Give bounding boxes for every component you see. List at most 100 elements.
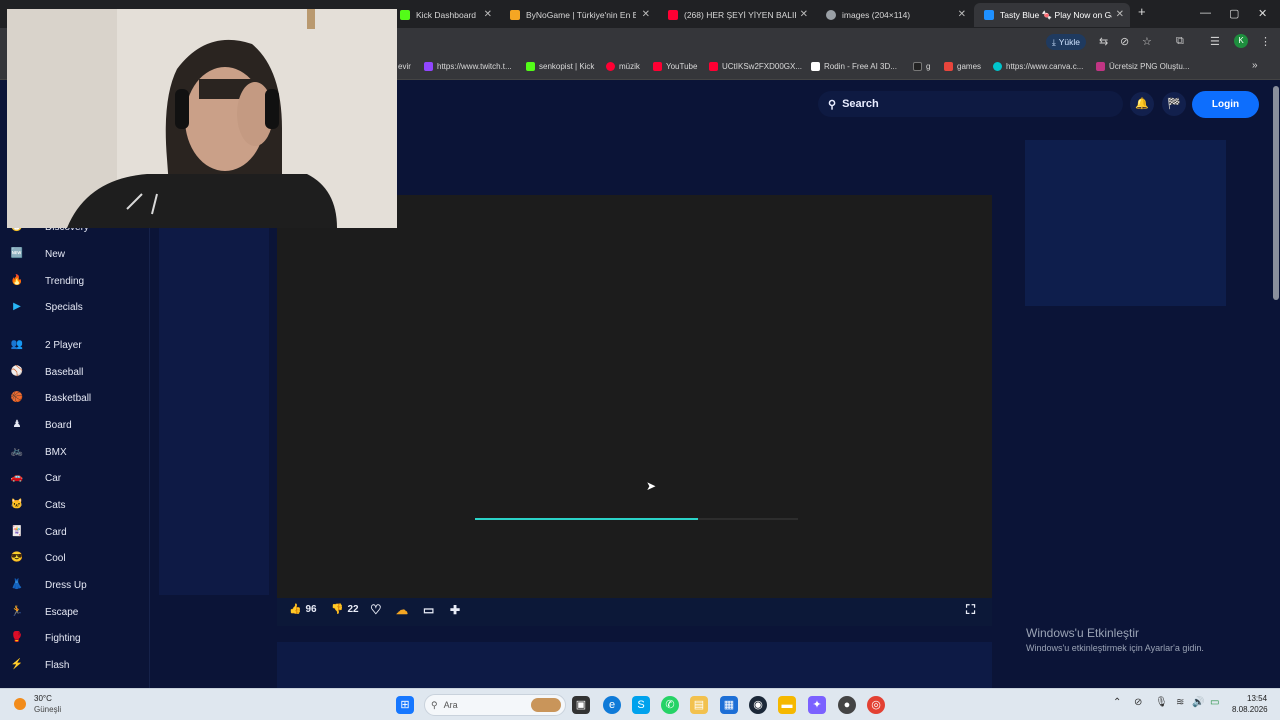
bookmark-item[interactable]: müzik [606, 62, 640, 71]
volume-icon[interactable]: 🔊 [1192, 697, 1204, 708]
tab-tasty-blue[interactable]: Tasty Blue 🍬 Play Now on Gam ✕ [974, 3, 1130, 27]
like-button[interactable]: 👍 96 [289, 604, 317, 615]
escape-icon: 🏃 [10, 606, 24, 617]
login-button[interactable]: Login [1192, 91, 1259, 118]
cloud-button[interactable]: ☁ [396, 603, 408, 617]
sidebar-item-card[interactable]: 🃏 Card [10, 525, 67, 539]
plus-icon: ✚ [450, 603, 461, 617]
tab-bynogame[interactable]: ByNoGame | Türkiye'nin En Büyük ✕ [500, 3, 656, 27]
extensions-icon[interactable]: ⧉ [1176, 35, 1184, 48]
bookmark-item[interactable]: Rodin - Free AI 3D... [811, 62, 897, 71]
sidebar-item-cool[interactable]: 😎 Cool [10, 551, 66, 565]
close-icon[interactable]: ✕ [1116, 9, 1124, 20]
wifi-icon[interactable]: ≋ [1176, 697, 1184, 708]
sidebar-item-bmx[interactable]: 🚲 BMX [10, 445, 67, 459]
bynogame-icon [510, 10, 520, 20]
comment-button[interactable]: ▭ [423, 603, 434, 617]
close-icon[interactable]: ✕ [800, 9, 808, 20]
network-off-icon[interactable]: ⊘ [1134, 697, 1142, 708]
bookmark-star-icon[interactable]: ☆ [1142, 35, 1152, 48]
sidebar-item-baseball[interactable]: ⚾ Baseball [10, 365, 84, 379]
loading-progress-bar [475, 518, 798, 520]
bookmark-item[interactable]: YouTube [653, 62, 697, 71]
edge-icon[interactable]: e [603, 696, 621, 714]
scrollbar-thumb[interactable] [1273, 86, 1279, 300]
chrome-icon[interactable]: ◎ [867, 696, 885, 714]
bookmarks-overflow[interactable]: » [1252, 60, 1258, 71]
sidebar-item-car[interactable]: 🚗 Car [10, 471, 61, 485]
start-button[interactable]: ⊞ [396, 696, 414, 714]
bookmark-item[interactable]: senkopist | Kick [526, 62, 594, 71]
sidebar-item-flash[interactable]: ⚡ Flash [10, 658, 70, 672]
cat-icon: 🐱 [10, 499, 24, 510]
bookmark-item[interactable]: https://www.twitch.t... [424, 62, 512, 71]
bookmark-item[interactable]: g [913, 62, 930, 71]
clock-time[interactable]: 13:54 [1247, 694, 1267, 703]
sidebar-item-escape[interactable]: 🏃 Escape [10, 605, 79, 619]
eye-off-icon[interactable]: ⊘ [1120, 35, 1129, 48]
microphone-icon[interactable]: 🎙 [1155, 697, 1168, 708]
whatsapp-icon[interactable]: ✆ [661, 696, 679, 714]
steam-icon[interactable]: ◉ [749, 696, 767, 714]
category-sidebar: 🧭Discovery 🆕New 🔥Trending ▶Specials 👥2 P… [0, 220, 150, 688]
bookmark-item[interactable]: https://www.canva.c... [993, 62, 1083, 71]
task-view-icon[interactable]: ▣ [572, 696, 590, 714]
close-window-button[interactable]: ✕ [1258, 7, 1267, 20]
card-icon: 🃏 [10, 526, 24, 537]
minimize-button[interactable]: — [1200, 7, 1211, 19]
dislike-button[interactable]: 👎 22 [331, 604, 359, 615]
sidebar-item-label: Dress Up [45, 579, 87, 591]
file-app-icon[interactable]: ▤ [690, 696, 708, 714]
fullscreen-button[interactable]: ⛶ [966, 602, 975, 618]
bookmark-item[interactable]: games [944, 62, 981, 71]
close-icon[interactable]: ✕ [484, 9, 492, 20]
taskbar-search-box[interactable]: ⚲ Ara [424, 694, 566, 716]
tab-kick-dashboard[interactable]: Kick Dashboard ✕ [390, 3, 498, 27]
comment-icon: ▭ [423, 603, 435, 617]
search-icon: ⚲ [828, 98, 837, 111]
dress-icon: 👗 [10, 579, 24, 590]
close-icon[interactable]: ✕ [642, 9, 650, 20]
bookmark-item[interactable]: Ücretsiz PNG Oluştu... [1096, 62, 1189, 71]
mouse-cursor-icon: ➤ [646, 479, 657, 493]
search-highlight-icon [531, 698, 561, 712]
tab-images[interactable]: images (204×114) ✕ [816, 3, 972, 27]
game-frame[interactable]: ➤ [277, 195, 992, 598]
reading-list-icon[interactable]: ☰ [1210, 35, 1220, 48]
fullscreen-icon: ⛶ [966, 602, 976, 617]
new-tab-button[interactable]: + [1138, 4, 1146, 19]
copilot-icon[interactable]: ✦ [808, 696, 826, 714]
close-icon[interactable]: ✕ [958, 9, 966, 20]
store-icon[interactable]: ▦ [720, 696, 738, 714]
add-button[interactable]: ✚ [450, 603, 460, 617]
search-icon: ⚲ [431, 699, 438, 710]
menu-icon[interactable]: ⋮ [1260, 35, 1271, 48]
profile-avatar[interactable]: K [1234, 34, 1248, 48]
notification-bell-icon[interactable]: 🔔 [1130, 92, 1154, 116]
tab-youtube[interactable]: (268) HER ŞEYİ YİYEN BALIK - Y ✕ [658, 3, 814, 27]
obs-icon[interactable]: ● [838, 696, 856, 714]
chevron-up-icon[interactable]: ⌃ [1113, 697, 1121, 708]
skype-icon[interactable]: S [632, 696, 650, 714]
sidebar-item-2-player[interactable]: 👥 2 Player [10, 338, 82, 352]
favorite-button[interactable]: ♡ [370, 602, 382, 618]
battery-icon[interactable]: ▭ [1210, 697, 1219, 708]
clock-date[interactable]: 8.08.2026 [1232, 705, 1268, 714]
search-input[interactable]: ⚲ Search [818, 91, 1123, 117]
sidebar-item-basketball[interactable]: 🏀 Basketball [10, 391, 91, 405]
sidebar-item-new[interactable]: 🆕 New [10, 247, 65, 261]
install-button[interactable]: ⤓ Yükle [1046, 34, 1087, 50]
sidebar-item-specials[interactable]: ▶ Specials [10, 300, 83, 314]
sidebar-item-board[interactable]: ♟ Board [10, 418, 72, 432]
translate-icon[interactable]: ⇆ [1099, 35, 1108, 48]
sidebar-item-cats[interactable]: 🐱 Cats [10, 498, 66, 512]
maximize-button[interactable]: ▢ [1229, 7, 1239, 20]
sidebar-item-fighting[interactable]: 🥊 Fighting [10, 631, 81, 645]
flag-icon[interactable]: 🏁 [1162, 92, 1186, 116]
bookmark-item[interactable]: evir [398, 62, 411, 71]
sidebar-item-dress-up[interactable]: 👗 Dress Up [10, 578, 87, 592]
folder-icon[interactable]: ▬ [778, 696, 796, 714]
bmx-icon: 🚲 [10, 446, 24, 457]
sidebar-item-trending[interactable]: 🔥 Trending [10, 274, 84, 288]
bookmark-item[interactable]: UCtIKSw2FXD00GX... [709, 62, 802, 71]
